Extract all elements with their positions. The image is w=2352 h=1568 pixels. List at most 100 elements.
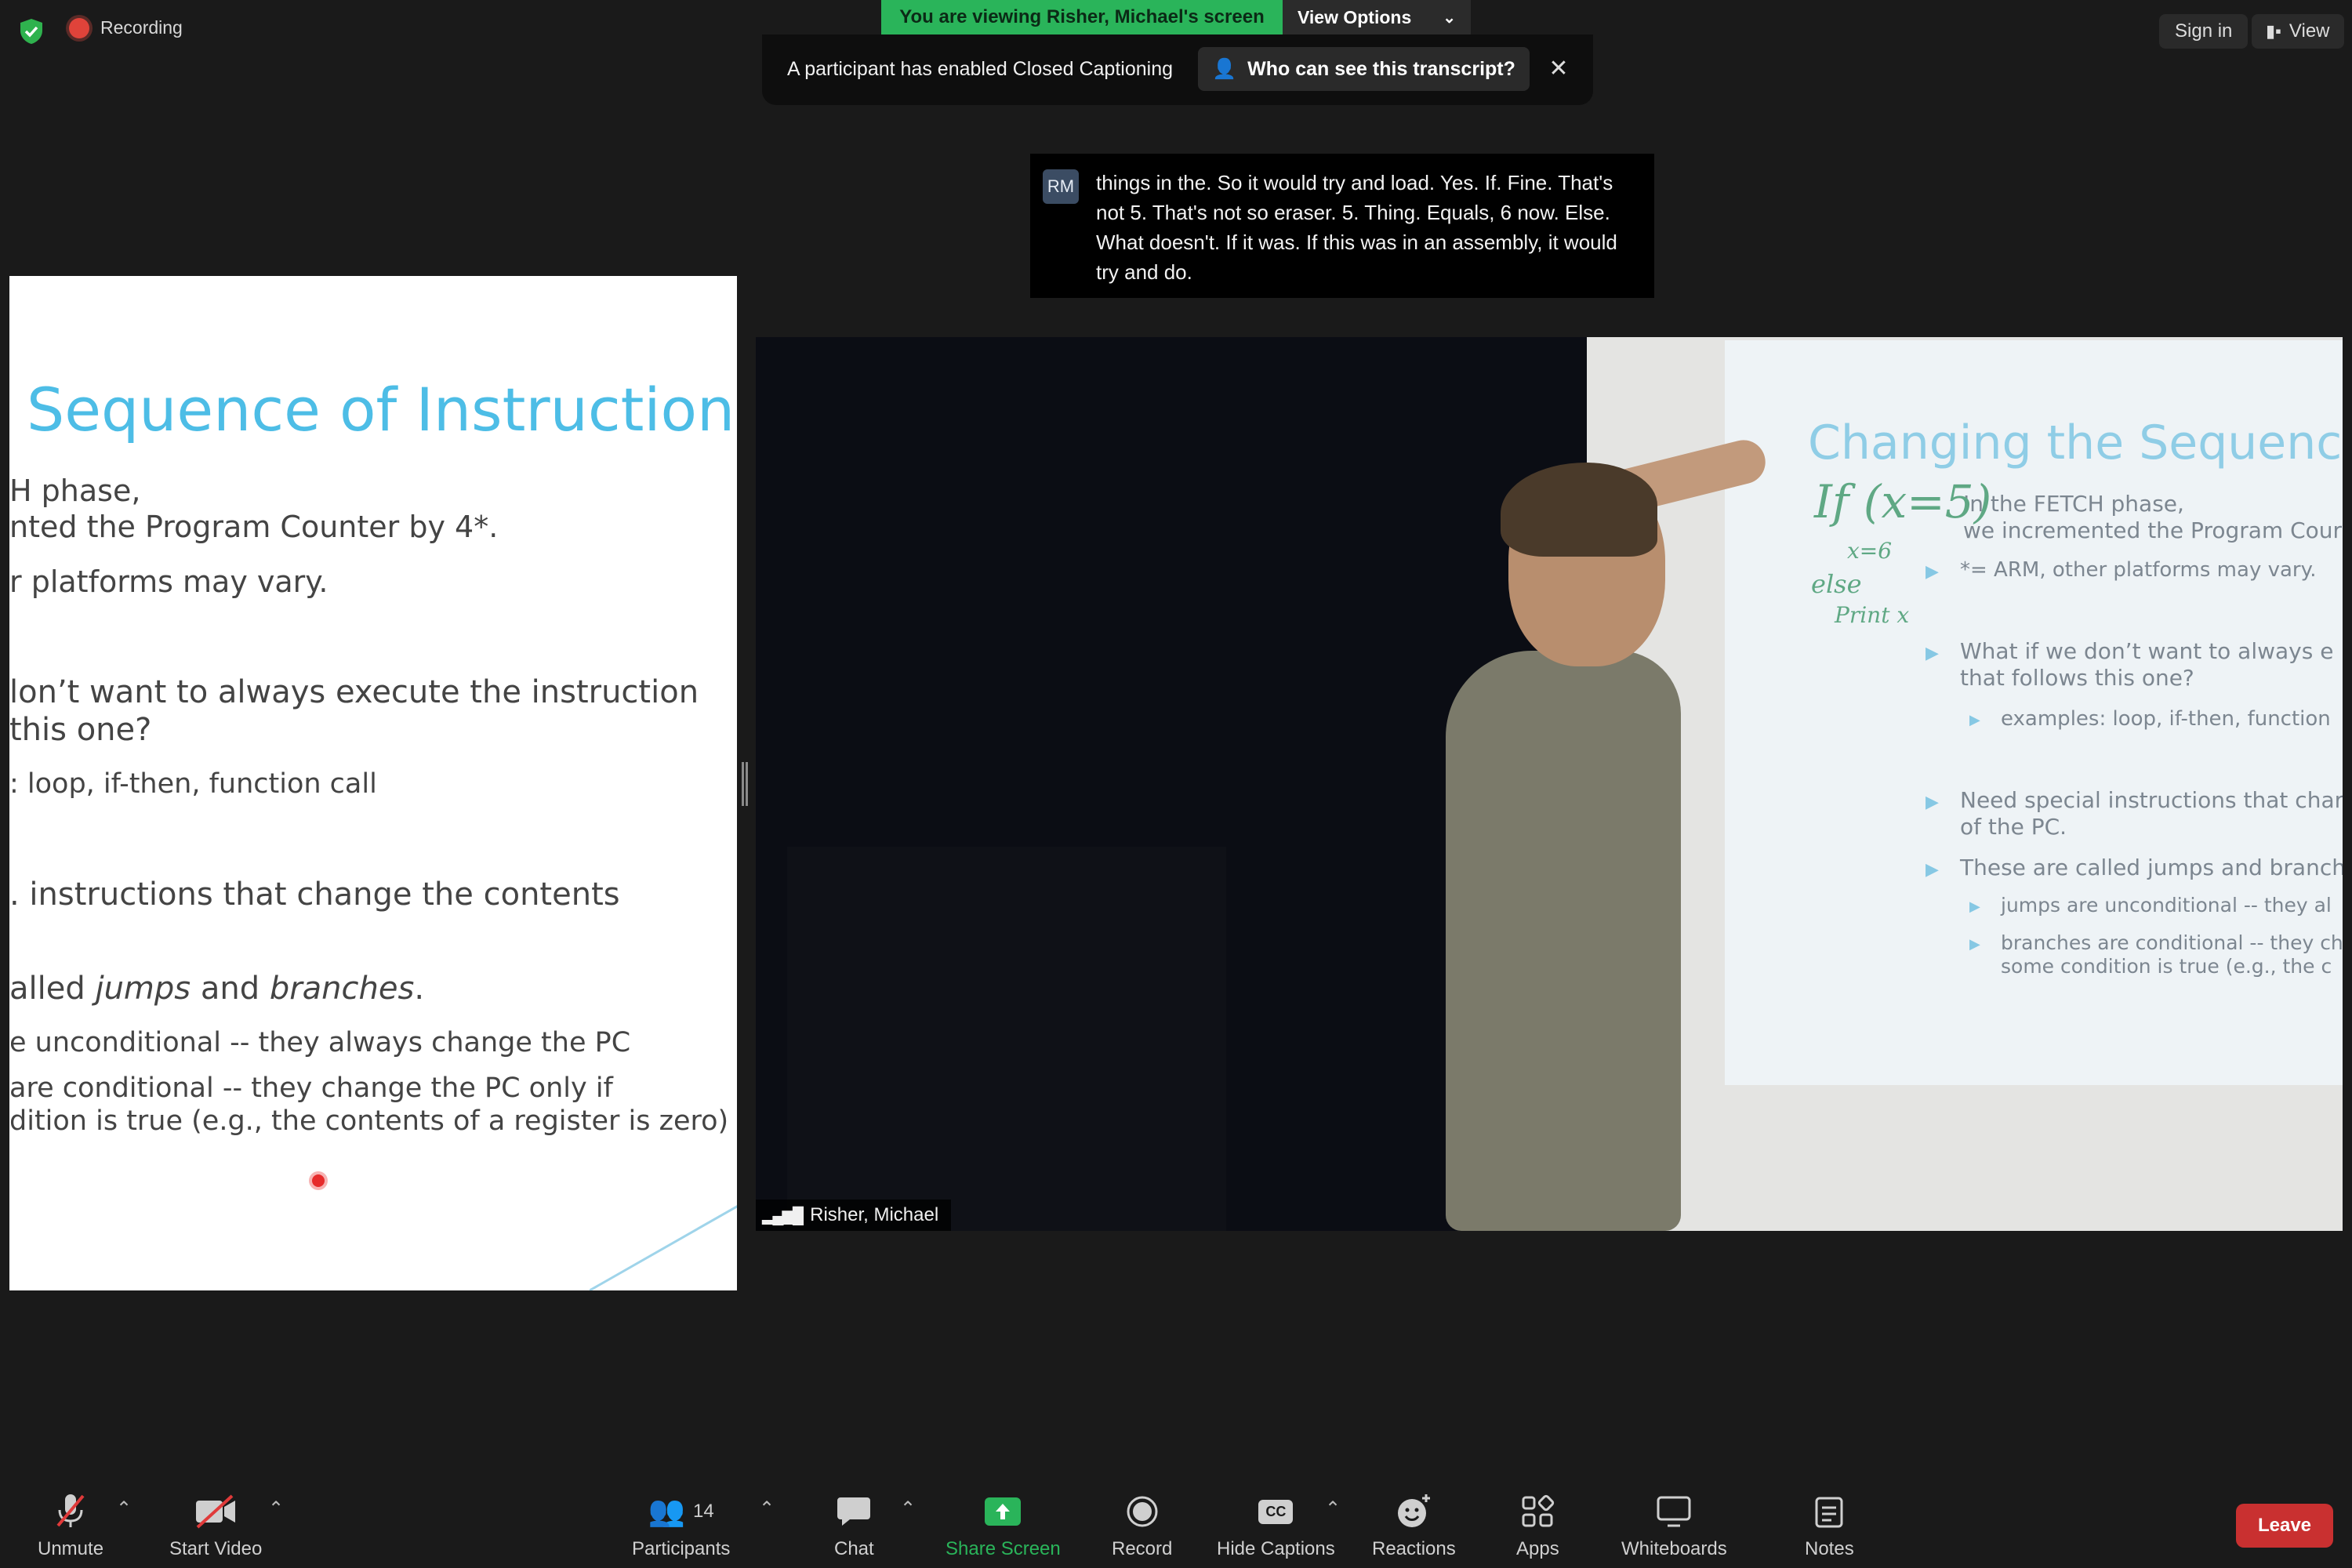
muted-microphone-icon: [52, 1490, 89, 1534]
speaker-avatar: RM: [1043, 169, 1079, 204]
share-screen-button[interactable]: Share Screen: [946, 1490, 1061, 1560]
bullet-arrow-icon: ▶: [1926, 859, 1939, 879]
projected-line: jumps are unconditional -- they al: [2001, 894, 2332, 916]
person-info-icon: 👤: [1212, 57, 1237, 80]
projected-slide-title: Changing the Sequence: [1808, 416, 2343, 470]
start-video-button[interactable]: Start Video: [169, 1490, 262, 1560]
projected-line: Need special instructions that char: [1960, 787, 2343, 813]
view-button[interactable]: ▮▪ View: [2252, 14, 2344, 49]
video-off-icon: [193, 1490, 238, 1534]
slide-line: H phase,: [9, 474, 141, 508]
projected-line: that follows this one?: [1960, 665, 2194, 691]
slide-line: alled jumps and branches.: [9, 971, 425, 1007]
notes-button[interactable]: Notes: [1805, 1490, 1854, 1560]
reactions-button[interactable]: Reactions: [1372, 1490, 1456, 1560]
projected-line: examples: loop, if-then, function: [2001, 707, 2331, 731]
slide-line: lon’t want to always execute the instruc…: [9, 674, 699, 710]
participant-video[interactable]: Changing the Sequence In the FETCH phase…: [756, 337, 2343, 1231]
split-view-resize-handle[interactable]: [742, 762, 748, 806]
projected-line: we incremented the Program Cour: [1963, 517, 2343, 543]
presenter: [1446, 651, 1681, 1231]
chat-icon: [836, 1490, 872, 1534]
leave-button[interactable]: Leave: [2236, 1504, 2333, 1548]
apps-button[interactable]: Apps: [1516, 1490, 1559, 1560]
slide-title: Sequence of Instruction: [27, 375, 735, 445]
handwriting: else: [1811, 569, 1862, 599]
handwriting: Print x: [1835, 602, 1910, 628]
projected-line: *= ARM, other platforms may vary.: [1960, 558, 2317, 582]
recording-dot-icon: [69, 17, 89, 38]
unmute-button[interactable]: Unmute: [38, 1490, 103, 1560]
closed-caption-message: A participant has enabled Closed Caption…: [787, 58, 1174, 80]
projected-line: of the PC.: [1960, 814, 2067, 840]
share-screen-icon: [983, 1490, 1022, 1534]
unmute-label: Unmute: [38, 1538, 104, 1559]
handwriting: x=6: [1847, 538, 1893, 564]
who-can-see-label: Who can see this transcript?: [1247, 57, 1515, 80]
chat-options-caret[interactable]: ⌃: [900, 1497, 916, 1520]
bullet-arrow-icon: ▶: [1926, 561, 1939, 581]
bullet-arrow-icon: ▶: [1969, 898, 1980, 914]
close-banner-icon[interactable]: ✕: [1544, 55, 1573, 83]
apps-icon: [1520, 1490, 1555, 1534]
video-options-caret[interactable]: ⌃: [268, 1497, 284, 1520]
projected-line: These are called jumps and branch: [1960, 855, 2343, 880]
bullet-arrow-icon: ▶: [1926, 792, 1939, 811]
share-screen-label: Share Screen: [946, 1538, 1061, 1559]
slide-line: are conditional -- they change the PC on…: [9, 1073, 613, 1104]
audio-options-caret[interactable]: ⌃: [116, 1497, 132, 1520]
participants-options-caret[interactable]: ⌃: [759, 1497, 775, 1520]
view-options-label: View Options: [1297, 6, 1412, 27]
start-video-label: Start Video: [169, 1538, 263, 1559]
recording-label: Recording: [100, 17, 183, 38]
classroom-desk: [787, 847, 1226, 1231]
participants-label: Participants: [632, 1538, 731, 1559]
view-label: View: [2288, 20, 2330, 42]
slide-line: this one?: [9, 712, 152, 748]
notes-icon: [1813, 1490, 1845, 1534]
bullet-arrow-icon: ▶: [1969, 936, 1980, 952]
live-caption-text: things in the. So it would try and load.…: [1096, 171, 1617, 284]
viewing-screen-banner: You are viewing Risher, Michael's screen: [881, 0, 1283, 34]
who-can-see-transcript-button[interactable]: 👤 Who can see this transcript?: [1198, 47, 1530, 91]
apps-label: Apps: [1516, 1538, 1559, 1559]
projected-line: some condition is true (e.g., the c: [2001, 955, 2332, 978]
participants-icon: 👥 14: [648, 1495, 714, 1528]
bullet-arrow-icon: ▶: [1969, 712, 1980, 728]
handwriting: If (x=5): [1814, 475, 1992, 528]
sign-in-button[interactable]: Sign in: [2159, 14, 2249, 49]
chat-label: Chat: [834, 1538, 874, 1559]
recording-indicator[interactable]: Recording: [69, 17, 183, 38]
notes-label: Notes: [1805, 1538, 1854, 1559]
security-shield-icon[interactable]: [17, 17, 45, 45]
record-label: Record: [1112, 1538, 1173, 1559]
participant-count: 14: [693, 1501, 714, 1522]
view-layout-icon: ▮▪: [2266, 21, 2281, 41]
laser-pointer-icon: [312, 1174, 325, 1187]
captions-options-caret[interactable]: ⌃: [1325, 1497, 1341, 1520]
slide-line: : loop, if-then, function call: [9, 768, 377, 800]
presenter-hair: [1501, 463, 1657, 557]
projected-line: What if we don’t want to always e: [1960, 638, 2334, 664]
chat-button[interactable]: Chat: [834, 1490, 874, 1560]
view-options-button[interactable]: View Options ⌄: [1283, 0, 1471, 34]
hide-captions-button[interactable]: CC Hide Captions: [1217, 1490, 1335, 1560]
chevron-down-icon: ⌄: [1443, 9, 1457, 27]
whiteboards-button[interactable]: Whiteboards: [1621, 1490, 1727, 1560]
cc-icon: CC: [1258, 1490, 1294, 1534]
slide-line: e unconditional -- they always change th…: [9, 1027, 631, 1058]
signal-strength-icon: ▂▄▆█: [762, 1207, 804, 1225]
whiteboard-icon: [1655, 1490, 1693, 1534]
shared-slide: Sequence of Instruction H phase, nted th…: [9, 276, 737, 1290]
record-icon: [1125, 1490, 1160, 1534]
participants-button[interactable]: 👥 14 Participants: [632, 1490, 730, 1560]
reactions-label: Reactions: [1372, 1538, 1456, 1559]
participant-name: Risher, Michael: [810, 1204, 939, 1225]
participant-name-tag: ▂▄▆█ Risher, Michael: [756, 1200, 952, 1231]
slide-decor-line: [590, 1205, 737, 1290]
bullet-arrow-icon: ▶: [1926, 643, 1939, 662]
projected-line: branches are conditional -- they ch: [2001, 931, 2343, 954]
record-button[interactable]: Record: [1112, 1490, 1172, 1560]
slide-line: nted the Program Counter by 4*.: [9, 510, 499, 544]
slide-line: . instructions that change the contents: [9, 877, 620, 913]
